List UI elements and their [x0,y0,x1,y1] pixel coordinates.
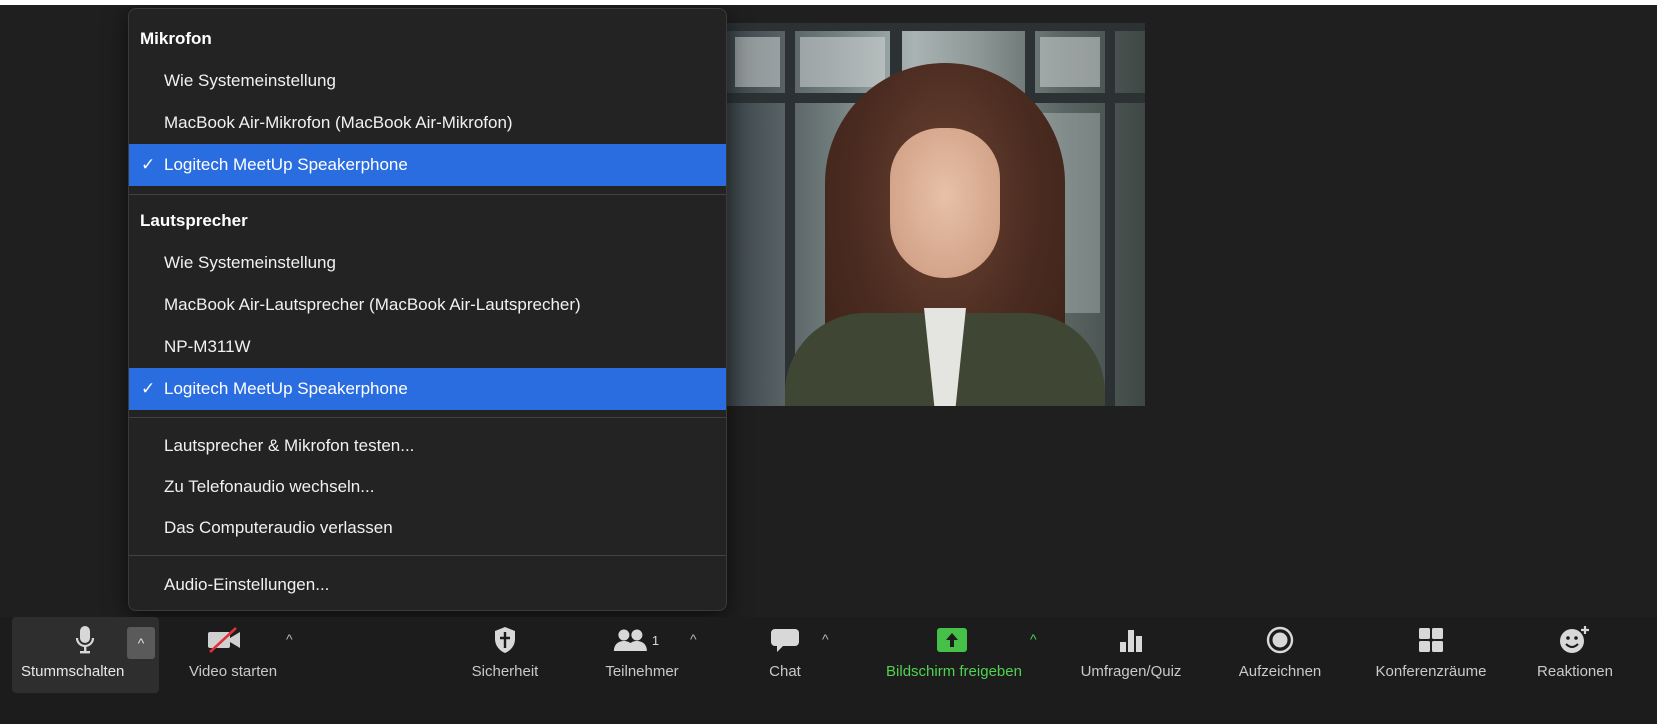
security-button[interactable]: Sicherheit [450,617,560,687]
participants-options-caret[interactable]: ^ [690,631,697,647]
test-audio-item[interactable]: Lautsprecher & Mikrofon testen... [129,425,726,467]
menu-item-label: Logitech MeetUp Speakerphone [164,155,408,174]
shield-icon [493,626,517,654]
record-button[interactable]: Aufzeichnen [1220,617,1340,687]
speaker-option-np-m311w[interactable]: NP-M311W [129,326,726,368]
microphone-section-header: Mikrofon [140,29,212,48]
chat-bubble-icon [770,626,800,654]
menu-item-label: MacBook Air-Mikrofon (MacBook Air-Mikrof… [164,113,513,132]
meeting-window: Mikrofon Wie Systemeinstellung MacBook A… [0,5,1657,724]
polls-label: Umfragen/Quiz [1080,663,1182,680]
emoji-add-icon [1559,626,1591,654]
video-options-caret[interactable]: ^ [286,631,293,647]
audio-settings-item[interactable]: Audio-Einstellungen... [129,564,726,606]
menu-item-label: Lautsprecher & Mikrofon testen... [164,436,415,455]
share-options-caret[interactable]: ^ [1030,631,1037,647]
menu-item-label: Zu Telefonaudio wechseln... [164,477,375,496]
participants-count: 1 [651,632,660,648]
mic-option-system[interactable]: Wie Systemeinstellung [129,60,726,102]
video-label: Video starten [188,663,278,680]
video-off-icon [206,626,246,654]
audio-options-caret[interactable]: ^ [127,627,155,659]
menu-item-label: Audio-Einstellungen... [164,575,330,594]
meeting-toolbar: Stummschalten ^ Video starten ^ Sicherhe… [0,617,1657,724]
participant-video [725,23,1145,406]
polls-button[interactable]: Umfragen/Quiz [1066,617,1196,687]
speaker-option-logitech[interactable]: ✓ Logitech MeetUp Speakerphone [129,368,726,410]
menu-divider [129,417,726,418]
mute-label: Stummschalten [21,663,125,680]
grid-icon [1417,626,1445,654]
checkmark-icon: ✓ [141,155,156,174]
menu-divider [129,555,726,556]
menu-item-label: Wie Systemeinstellung [164,253,336,272]
menu-item-label: Das Computeraudio verlassen [164,518,393,537]
menu-item-label: NP-M311W [164,337,251,356]
participants-label: Teilnehmer [605,663,679,680]
menu-item-label: MacBook Air-Lautsprecher (MacBook Air-La… [164,295,581,314]
chat-options-caret[interactable]: ^ [822,631,829,647]
share-screen-icon [935,626,969,654]
leave-computer-audio-item[interactable]: Das Computeraudio verlassen [129,507,726,549]
start-video-button[interactable]: Video starten [168,617,298,687]
record-icon [1266,626,1294,654]
chat-label: Chat [769,663,801,680]
menu-divider [129,194,726,195]
audio-options-menu: Mikrofon Wie Systemeinstellung MacBook A… [128,8,727,611]
menu-item-label: Logitech MeetUp Speakerphone [164,379,408,398]
participants-button[interactable]: 1 Teilnehmer [588,617,696,687]
people-icon: 1 [613,626,659,654]
record-label: Aufzeichnen [1238,663,1322,680]
reactions-button[interactable]: Reaktionen [1520,617,1630,687]
share-screen-label: Bildschirm freigeben [886,663,1022,680]
mic-option-logitech[interactable]: ✓ Logitech MeetUp Speakerphone [129,144,726,186]
speaker-option-system[interactable]: Wie Systemeinstellung [129,242,726,284]
security-label: Sicherheit [471,663,539,680]
checkmark-icon: ✓ [141,379,156,398]
microphone-icon [74,626,96,654]
share-screen-button[interactable]: Bildschirm freigeben [864,617,1044,687]
speaker-option-macbook[interactable]: MacBook Air-Lautsprecher (MacBook Air-La… [129,284,726,326]
breakout-rooms-label: Konferenzräume [1375,663,1487,680]
switch-phone-audio-item[interactable]: Zu Telefonaudio wechseln... [129,466,726,508]
menu-item-label: Wie Systemeinstellung [164,71,336,90]
chat-button[interactable]: Chat [740,617,830,687]
bar-chart-icon [1117,626,1145,654]
breakout-rooms-button[interactable]: Konferenzräume [1356,617,1506,687]
speaker-section-header: Lautsprecher [140,211,248,230]
reactions-label: Reaktionen [1537,663,1613,680]
mic-option-macbook[interactable]: MacBook Air-Mikrofon (MacBook Air-Mikrof… [129,102,726,144]
